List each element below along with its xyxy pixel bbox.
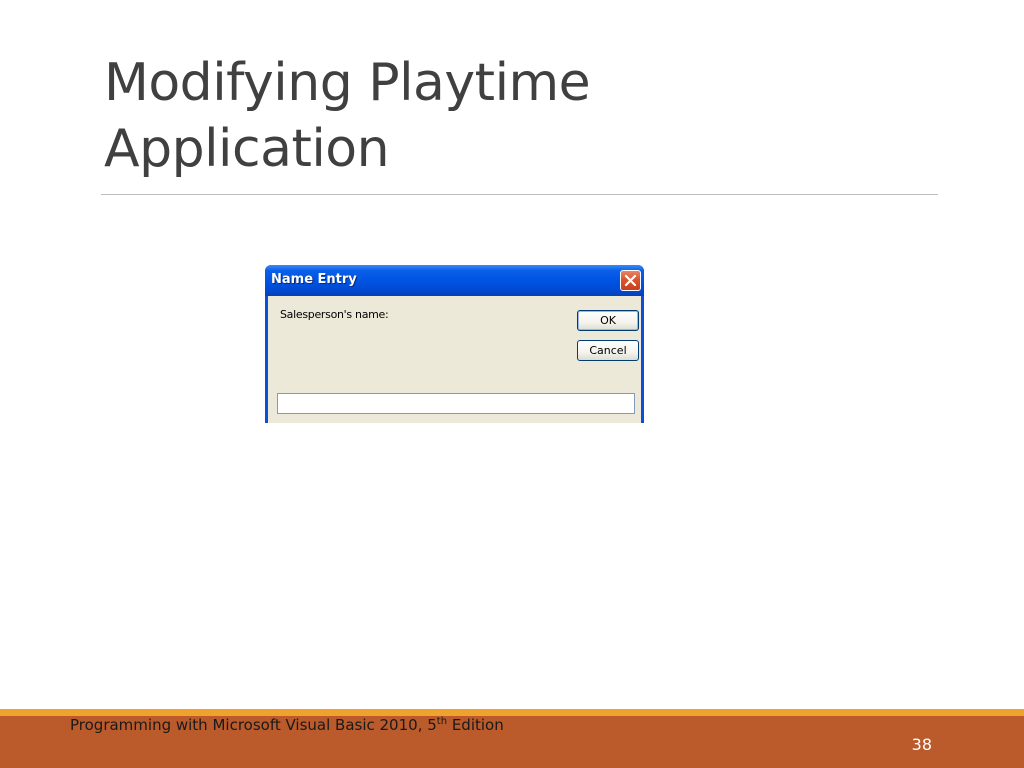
ok-button[interactable]: OK <box>577 310 639 331</box>
footer-text: Programming with Microsoft Visual Basic … <box>70 716 504 734</box>
salesperson-name-input[interactable] <box>277 393 635 414</box>
name-entry-dialog: Name Entry Salesperson's name: OK Cancel <box>265 265 644 423</box>
dialog-titlebar[interactable]: Name Entry <box>265 265 644 296</box>
footer-text-main: Programming with Microsoft Visual Basic … <box>70 716 437 734</box>
close-button[interactable] <box>620 270 641 291</box>
title-divider <box>101 194 938 195</box>
dialog-title: Name Entry <box>271 272 357 287</box>
footer-text-superscript: th <box>436 716 448 727</box>
title-line-2: Application <box>104 119 390 179</box>
slide: Modifying Playtime Application Name Entry… <box>0 0 1024 768</box>
title-line-1: Modifying Playtime <box>104 53 591 113</box>
dialog-body: Salesperson's name: OK Cancel <box>268 296 641 423</box>
salesperson-name-label: Salesperson's name: <box>280 308 389 321</box>
footer-accent-stripe <box>0 709 1024 716</box>
page-title: Modifying Playtime Application <box>104 50 924 182</box>
footer-text-end: Edition <box>447 716 504 734</box>
close-icon <box>624 274 637 287</box>
page-number: 38 <box>911 735 932 754</box>
cancel-button[interactable]: Cancel <box>577 340 639 361</box>
